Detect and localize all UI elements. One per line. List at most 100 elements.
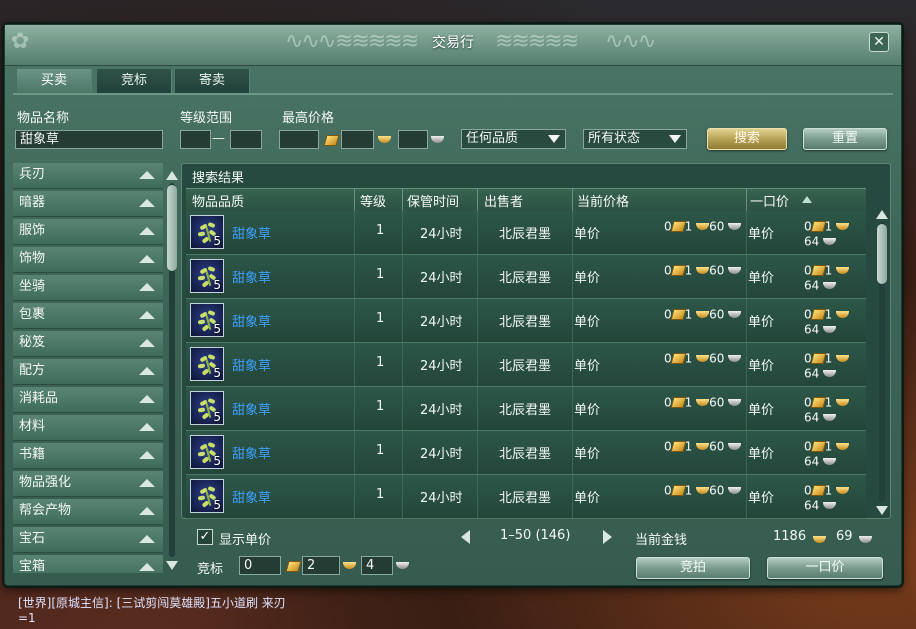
buyout-button[interactable]: 一口价 bbox=[767, 557, 883, 579]
reset-button[interactable]: 重置 bbox=[803, 128, 887, 150]
tab-bid[interactable]: 竞标 bbox=[97, 69, 172, 93]
stack-count: 5 bbox=[213, 366, 221, 380]
table-row[interactable]: 5 甜象草 1 24小时 北辰君墨 单价 01 60 单价 01 64 bbox=[186, 475, 866, 519]
item-name[interactable]: 甜象草 bbox=[232, 267, 271, 286]
herb-item-icon[interactable]: 5 bbox=[190, 479, 224, 513]
category-item[interactable]: 暗器 bbox=[13, 191, 163, 217]
level-min-input[interactable] bbox=[180, 130, 211, 149]
item-name[interactable]: 甜象草 bbox=[232, 223, 271, 242]
current-price: 01 60 bbox=[664, 395, 742, 410]
item-level: 1 bbox=[376, 267, 385, 282]
scroll-thumb[interactable] bbox=[167, 185, 177, 271]
category-item[interactable]: 服饰 bbox=[13, 219, 163, 245]
category-item[interactable]: 物品强化 bbox=[13, 471, 163, 497]
status-select[interactable]: 所有状态 bbox=[583, 129, 687, 149]
category-item[interactable]: 宝箱 bbox=[13, 555, 163, 573]
current-price-label: 单价 bbox=[574, 403, 601, 418]
results-scrollbar[interactable] bbox=[876, 210, 888, 515]
item-name-input[interactable]: 甜象草 bbox=[15, 130, 163, 149]
category-scrollbar[interactable] bbox=[166, 171, 178, 571]
tab-consign[interactable]: 寄卖 bbox=[175, 69, 250, 93]
collapse-arrow-icon bbox=[139, 367, 155, 375]
item-duration: 24小时 bbox=[420, 227, 463, 242]
buyout-price-label: 单价 bbox=[748, 227, 775, 242]
category-item[interactable]: 饰物 bbox=[13, 247, 163, 273]
bid-yin-input[interactable]: 2 bbox=[302, 556, 340, 575]
col-duration[interactable]: 保管时间 bbox=[407, 191, 459, 210]
scroll-up-icon[interactable] bbox=[876, 210, 888, 219]
silver-icon bbox=[728, 355, 742, 362]
category-item[interactable]: 消耗品 bbox=[13, 387, 163, 413]
price-silver: 60 bbox=[709, 219, 725, 234]
scroll-thumb[interactable] bbox=[877, 224, 887, 284]
table-row[interactable]: 5 甜象草 1 24小时 北辰君墨 单价 01 60 单价 01 64 bbox=[186, 299, 866, 343]
yuanbao-icon bbox=[696, 223, 710, 230]
col-divider bbox=[402, 387, 403, 430]
category-item[interactable]: 秘笈 bbox=[13, 331, 163, 357]
category-item[interactable]: 配方 bbox=[13, 359, 163, 385]
col-divider bbox=[746, 475, 747, 518]
item-name[interactable]: 甜象草 bbox=[232, 487, 271, 506]
col-buyout[interactable]: 一口价 bbox=[750, 191, 789, 210]
title-bar[interactable]: ✿ ∿∿∿ ≋≋≋≋≋ ≋≋≋≋≋ ∿∿∿ 交易行 ✕ bbox=[5, 25, 901, 66]
next-page-icon[interactable] bbox=[603, 530, 612, 544]
category-item[interactable]: 坐骑 bbox=[13, 275, 163, 301]
sort-arrow-icon[interactable] bbox=[802, 196, 812, 203]
max-price-gold-input[interactable] bbox=[279, 130, 319, 149]
item-level: 1 bbox=[376, 487, 385, 502]
table-row[interactable]: 5 甜象草 1 24小时 北辰君墨 单价 01 60 单价 01 64 bbox=[186, 387, 866, 431]
stack-count: 5 bbox=[213, 322, 221, 336]
prev-page-icon[interactable] bbox=[461, 530, 470, 544]
category-item[interactable]: 包裹 bbox=[13, 303, 163, 329]
price-silver: 64 bbox=[804, 278, 820, 292]
herb-leaf bbox=[201, 236, 210, 244]
scroll-up-icon[interactable] bbox=[166, 171, 178, 180]
bid-silver-input[interactable]: 4 bbox=[361, 556, 393, 575]
show-unit-price-checkbox[interactable]: ✓ bbox=[197, 529, 213, 545]
item-name[interactable]: 甜象草 bbox=[232, 443, 271, 462]
herb-item-icon[interactable]: 5 bbox=[190, 435, 224, 469]
gold-ingot-icon bbox=[810, 309, 827, 320]
table-row[interactable]: 5 甜象草 1 24小时 北辰君墨 单价 01 60 单价 01 64 bbox=[186, 431, 866, 475]
col-current-price[interactable]: 当前价格 bbox=[577, 191, 629, 210]
item-name[interactable]: 甜象草 bbox=[232, 311, 271, 330]
level-max-input[interactable] bbox=[230, 130, 262, 149]
table-row[interactable]: 5 甜象草 1 24小时 北辰君墨 单价 01 60 单价 01 64 bbox=[186, 211, 866, 255]
col-divider bbox=[572, 255, 573, 298]
herb-leaf bbox=[207, 485, 216, 493]
bid-button[interactable]: 竞拍 bbox=[636, 557, 750, 579]
max-price-silver-input[interactable] bbox=[398, 130, 428, 149]
item-name[interactable]: 甜象草 bbox=[232, 399, 271, 418]
silver-icon bbox=[823, 457, 837, 465]
col-level[interactable]: 等级 bbox=[360, 191, 386, 210]
category-item[interactable]: 兵刃 bbox=[13, 163, 163, 189]
category-item[interactable]: 宝石 bbox=[13, 527, 163, 553]
herb-item-icon[interactable]: 5 bbox=[190, 259, 224, 293]
tab-underline bbox=[13, 93, 893, 95]
gold-ingot-icon bbox=[670, 353, 687, 364]
item-name[interactable]: 甜象草 bbox=[232, 355, 271, 374]
quality-select[interactable]: 任何品质 bbox=[461, 129, 566, 149]
search-button[interactable]: 搜索 bbox=[707, 128, 787, 150]
item-name-label: 物品名称 bbox=[17, 111, 70, 126]
herb-item-icon[interactable]: 5 bbox=[190, 215, 224, 249]
bid-gold-input[interactable]: 0 bbox=[239, 556, 281, 575]
money-yin-value: 1186 bbox=[773, 529, 807, 544]
gold-ingot-icon bbox=[810, 221, 827, 232]
category-item[interactable]: 帮会产物 bbox=[13, 499, 163, 525]
scroll-down-icon[interactable] bbox=[876, 506, 888, 515]
col-quality[interactable]: 物品品质 bbox=[192, 191, 244, 210]
max-price-yin-input[interactable] bbox=[341, 130, 374, 149]
table-row[interactable]: 5 甜象草 1 24小时 北辰君墨 单价 01 60 单价 01 64 bbox=[186, 255, 866, 299]
herb-item-icon[interactable]: 5 bbox=[190, 347, 224, 381]
herb-leaf bbox=[207, 309, 216, 317]
close-button[interactable]: ✕ bbox=[869, 32, 889, 52]
category-item[interactable]: 材料 bbox=[13, 415, 163, 441]
scroll-down-icon[interactable] bbox=[166, 561, 178, 570]
tab-buy-sell[interactable]: 买卖 bbox=[17, 69, 92, 93]
herb-item-icon[interactable]: 5 bbox=[190, 303, 224, 337]
table-row[interactable]: 5 甜象草 1 24小时 北辰君墨 单价 01 60 单价 01 64 bbox=[186, 343, 866, 387]
category-item[interactable]: 书籍 bbox=[13, 443, 163, 469]
herb-item-icon[interactable]: 5 bbox=[190, 391, 224, 425]
col-seller[interactable]: 出售者 bbox=[484, 191, 523, 210]
